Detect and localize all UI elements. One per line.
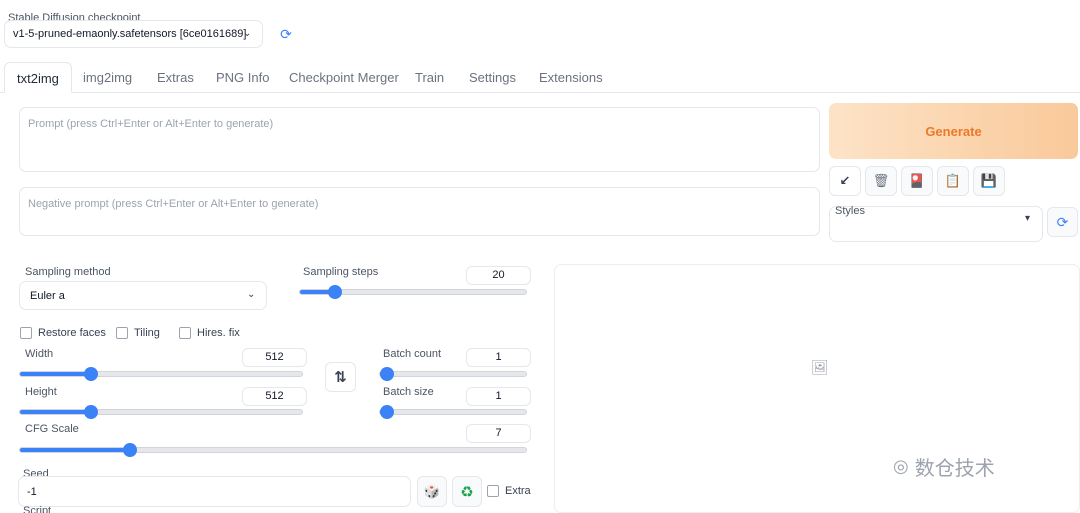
- tiling-label: Tiling: [134, 327, 160, 339]
- slider-thumb[interactable]: [328, 285, 342, 299]
- sampling-method-value: Euler a: [30, 290, 65, 302]
- sampling-method-label: Sampling method: [25, 266, 111, 278]
- red-card-icon[interactable]: 🎴: [901, 166, 933, 196]
- chevron-down-icon: ⌄: [247, 289, 256, 300]
- batch-count-label: Batch count: [383, 348, 442, 360]
- tab-settings[interactable]: Settings: [469, 62, 516, 93]
- dice-icon[interactable]: 🎲: [417, 476, 447, 507]
- height-input[interactable]: 512: [242, 387, 307, 406]
- tab-train[interactable]: Train: [415, 62, 444, 93]
- tab-extensions[interactable]: Extensions: [539, 62, 603, 93]
- trash-icon[interactable]: 🗑: [865, 166, 897, 196]
- extra-checkbox[interactable]: [487, 485, 499, 497]
- restore-faces-checkbox[interactable]: [20, 327, 32, 339]
- refresh-icon[interactable]: ⟳: [272, 21, 300, 47]
- slider-thumb[interactable]: [84, 367, 98, 381]
- sampling-steps-label: Sampling steps: [303, 266, 379, 278]
- slider-fill: [20, 410, 91, 414]
- batch-size-input[interactable]: 1: [466, 387, 531, 406]
- chevron-down-icon: ⌄: [243, 28, 252, 39]
- batch-count-input[interactable]: 1: [466, 348, 531, 367]
- tab-img2img[interactable]: img2img: [83, 62, 132, 93]
- slider-fill: [20, 372, 91, 376]
- refresh-icon[interactable]: ⟳: [1047, 207, 1078, 237]
- watermark-text: 数仓技术: [914, 457, 995, 480]
- slider-thumb[interactable]: [123, 443, 137, 457]
- tab-bar: txt2img img2img Extras PNG Info Checkpoi…: [0, 62, 1080, 93]
- slider-thumb[interactable]: [380, 405, 394, 419]
- hires-fix-checkbox[interactable]: [179, 327, 191, 339]
- styles-label: Styles: [835, 205, 865, 217]
- wechat-icon: ◎: [893, 455, 909, 476]
- script-label: Script: [23, 505, 52, 513]
- width-label: Width: [25, 348, 54, 360]
- slider-thumb[interactable]: [84, 405, 98, 419]
- hires-fix-label: Hires. fix: [197, 327, 240, 339]
- restore-faces-label: Restore faces: [38, 327, 106, 339]
- seed-value: -1: [27, 486, 37, 498]
- batch-count-slider[interactable]: [379, 367, 527, 381]
- height-slider[interactable]: [19, 405, 303, 419]
- sampling-method-dropdown[interactable]: Euler a ⌄: [19, 281, 267, 310]
- batch-size-slider[interactable]: [379, 405, 527, 419]
- checkpoint-value: v1-5-pruned-emaonly.safetensors [6ce0161…: [13, 28, 247, 40]
- tab-extras[interactable]: Extras: [157, 62, 194, 93]
- slider-thumb[interactable]: [380, 367, 394, 381]
- tab-txt2img[interactable]: txt2img: [4, 62, 72, 93]
- slider-fill: [20, 448, 130, 452]
- width-slider[interactable]: [19, 367, 303, 381]
- negative-prompt-input[interactable]: Negative prompt (press Ctrl+Enter or Alt…: [19, 187, 820, 236]
- image-placeholder-icon: 🖼: [811, 359, 829, 375]
- sampling-steps-input[interactable]: 20: [466, 266, 531, 285]
- cfg-scale-label: CFG Scale: [25, 423, 79, 435]
- batch-size-label: Batch size: [383, 386, 434, 398]
- tab-checkpoint-merger[interactable]: Checkpoint Merger: [289, 62, 399, 93]
- recycle-icon[interactable]: ♻: [452, 476, 482, 507]
- save-icon[interactable]: 💾: [973, 166, 1005, 196]
- width-input[interactable]: 512: [242, 348, 307, 367]
- generate-button[interactable]: Generate: [829, 103, 1078, 159]
- height-label: Height: [25, 386, 57, 398]
- styles-dropdown[interactable]: Styles ▾: [829, 205, 1043, 242]
- cfg-scale-input[interactable]: 7: [466, 424, 531, 443]
- tiling-checkbox[interactable]: [116, 327, 128, 339]
- sampling-steps-slider[interactable]: [299, 285, 527, 299]
- prompt-input[interactable]: Prompt (press Ctrl+Enter or Alt+Enter to…: [19, 107, 820, 172]
- checkpoint-dropdown[interactable]: v1-5-pruned-emaonly.safetensors [6ce0161…: [4, 20, 263, 48]
- watermark: ◎ 数仓技术: [893, 451, 1073, 481]
- extra-label: Extra: [505, 485, 531, 497]
- cfg-scale-slider[interactable]: [19, 443, 527, 457]
- arrow-down-left-icon[interactable]: ↙: [829, 166, 861, 196]
- notepad-icon[interactable]: 📋: [937, 166, 969, 196]
- tab-png-info[interactable]: PNG Info: [216, 62, 269, 93]
- swap-dimensions-icon[interactable]: ⇅: [325, 362, 356, 392]
- caret-down-icon: ▾: [1025, 213, 1031, 224]
- seed-input[interactable]: -1: [18, 476, 411, 507]
